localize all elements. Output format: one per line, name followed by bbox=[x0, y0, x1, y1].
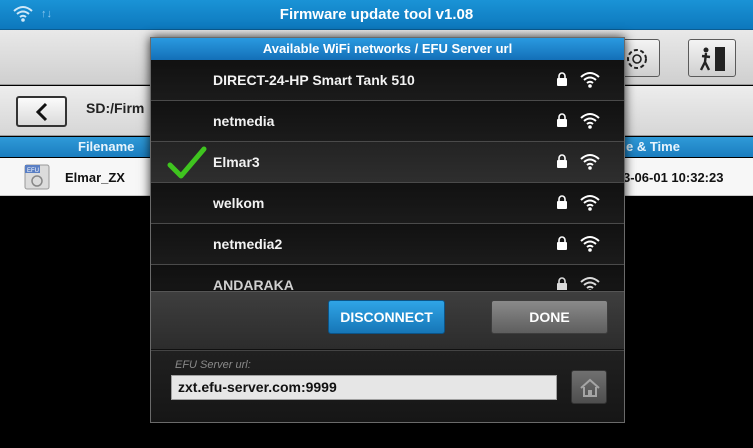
file-name: Elmar_ZX bbox=[65, 170, 125, 185]
server-url-section: EFU Server url: zxt.efu-server.com:9999 bbox=[151, 350, 624, 422]
checkmark-icon bbox=[167, 146, 207, 179]
lock-icon bbox=[557, 113, 567, 127]
network-name: ANDARAKA bbox=[213, 277, 294, 290]
wifi-signal-icon bbox=[580, 277, 600, 290]
network-name: DIRECT-24-HP Smart Tank 510 bbox=[213, 72, 415, 88]
done-button[interactable]: DONE bbox=[491, 300, 608, 334]
network-name: netmedia2 bbox=[213, 236, 283, 252]
home-icon bbox=[580, 378, 600, 397]
lock-icon bbox=[557, 277, 567, 290]
wifi-dialog: Available WiFi networks / EFU Server url… bbox=[150, 37, 625, 423]
file-datetime: 3-06-01 10:32:23 bbox=[623, 170, 724, 185]
network-item[interactable]: ANDARAKA bbox=[151, 265, 624, 290]
lock-icon bbox=[557, 154, 567, 168]
efu-file-icon: EFU bbox=[24, 164, 50, 190]
network-item[interactable]: welkom bbox=[151, 183, 624, 224]
network-item-selected[interactable]: Elmar3 bbox=[151, 142, 624, 183]
wifi-signal-icon bbox=[580, 195, 600, 211]
svg-text:EFU: EFU bbox=[27, 168, 39, 174]
network-item[interactable]: netmedia bbox=[151, 101, 624, 142]
network-item[interactable]: DIRECT-24-HP Smart Tank 510 bbox=[151, 60, 624, 101]
dialog-button-bar: DISCONNECT DONE bbox=[151, 291, 624, 349]
exit-button[interactable] bbox=[688, 39, 736, 77]
current-path: SD:/Firm bbox=[86, 100, 145, 116]
network-item[interactable]: netmedia2 bbox=[151, 224, 624, 265]
chevron-left-icon bbox=[35, 102, 48, 122]
network-name: welkom bbox=[213, 195, 265, 211]
lock-icon bbox=[557, 195, 567, 209]
wifi-signal-icon bbox=[580, 236, 600, 252]
wifi-signal-icon bbox=[580, 113, 600, 129]
disconnect-button[interactable]: DISCONNECT bbox=[328, 300, 445, 334]
wifi-signal-icon bbox=[580, 154, 600, 170]
column-datetime: e & Time bbox=[626, 139, 680, 154]
lock-icon bbox=[557, 72, 567, 86]
home-button[interactable] bbox=[571, 370, 607, 404]
dialog-title: Available WiFi networks / EFU Server url bbox=[151, 38, 624, 60]
network-name: netmedia bbox=[213, 113, 275, 129]
exit-icon bbox=[699, 47, 725, 71]
column-filename: Filename bbox=[78, 139, 135, 154]
lock-icon bbox=[557, 236, 567, 250]
back-button[interactable] bbox=[16, 96, 67, 127]
network-list[interactable]: DIRECT-24-HP Smart Tank 510 netmedia Elm… bbox=[151, 60, 624, 290]
network-name: Elmar3 bbox=[213, 154, 260, 170]
wifi-signal-icon bbox=[580, 72, 600, 88]
top-bar: ↑↓ Firmware update tool v1.08 bbox=[0, 0, 753, 30]
server-url-label: EFU Server url: bbox=[175, 359, 251, 371]
app-title: Firmware update tool v1.08 bbox=[279, 6, 474, 23]
server-url-input[interactable]: zxt.efu-server.com:9999 bbox=[171, 375, 557, 400]
